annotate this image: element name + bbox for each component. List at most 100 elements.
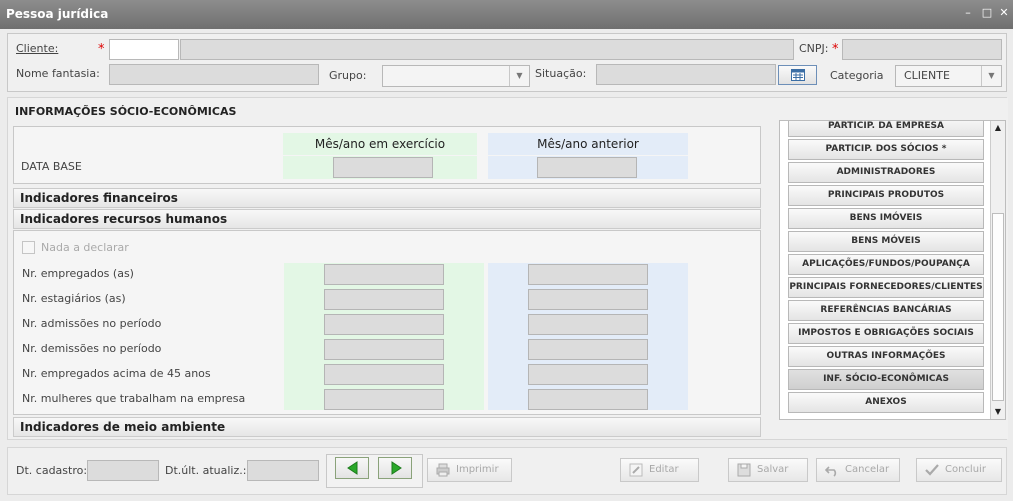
footer-bar: Dt. cadastro: Dt.últ. atualiz.: Imprimir… (7, 447, 1007, 495)
data-base-previous-input[interactable] (537, 157, 637, 178)
save-icon (737, 463, 751, 477)
acima-45-previous-input[interactable] (528, 364, 648, 385)
maximize-icon[interactable]: □ (980, 6, 994, 20)
dt-ult-atualiz-label: Dt.últ. atualiz.: (165, 464, 247, 477)
dt-cadastro-label: Dt. cadastro: (16, 464, 88, 477)
nav-bens-imoveis-button[interactable]: BENS IMÓVEIS (788, 208, 984, 229)
nav-particip-empresa-button[interactable]: PARTICIP. DA EMPRESA (788, 121, 984, 137)
main-panel: INFORMAÇÕES SÓCIO-ECONÔMICAS Mês/ano em … (7, 97, 1008, 440)
mulheres-previous-input[interactable] (528, 389, 648, 410)
concluir-button[interactable]: Concluir (916, 458, 1002, 482)
row-label: Nr. demissões no período (22, 342, 162, 355)
nav-administradores-button[interactable]: ADMINISTRADORES (788, 162, 984, 183)
data-base-box: Mês/ano em exercício Mês/ano anterior DA… (13, 126, 761, 184)
row-label: Nr. mulheres que trabalham na empresa (22, 392, 246, 405)
section-indicadores-recursos-humanos[interactable]: Indicadores recursos humanos (13, 209, 761, 229)
arrow-right-icon (391, 461, 402, 475)
nav-inf-socio-economicas-button[interactable]: INF. SÓCIO-ECONÔMICAS (788, 369, 984, 390)
imprimir-button[interactable]: Imprimir (427, 458, 512, 482)
nada-a-declarar-label: Nada a declarar (41, 241, 129, 254)
situacao-input[interactable] (596, 64, 776, 85)
categoria-select[interactable]: CLIENTE ▼ (895, 65, 1002, 87)
imprimir-label: Imprimir (456, 464, 499, 475)
nav-outras-informacoes-button[interactable]: OUTRAS INFORMAÇÕES (788, 346, 984, 367)
required-mark: * (832, 42, 839, 57)
cancelar-button[interactable]: Cancelar (816, 458, 900, 482)
undo-icon (825, 466, 837, 477)
salvar-label: Salvar (757, 464, 789, 475)
section-title: INFORMAÇÕES SÓCIO-ECONÔMICAS (15, 105, 237, 118)
cnpj-input[interactable] (842, 39, 1002, 60)
empregados-previous-input[interactable] (528, 264, 648, 285)
title-bar: Pessoa jurídica – □ ✕ (0, 0, 1013, 29)
situacao-label: Situação: (535, 67, 587, 80)
printer-icon (436, 463, 450, 477)
admissoes-current-input[interactable] (324, 314, 444, 335)
scroll-up-icon[interactable]: ▲ (991, 121, 1005, 135)
categoria-value: CLIENTE (904, 69, 950, 82)
concluir-label: Concluir (945, 464, 986, 475)
nav-list: PARTICIP. DA EMPRESA PARTICIP. DOS SÓCIO… (779, 120, 1006, 420)
demissoes-current-input[interactable] (324, 339, 444, 360)
previous-col-bg (488, 263, 688, 410)
nome-fantasia-label: Nome fantasia: (16, 67, 100, 80)
nav-anexos-button[interactable]: ANEXOS (788, 392, 984, 413)
salvar-button[interactable]: Salvar (728, 458, 808, 482)
editar-button[interactable]: Editar (620, 458, 699, 482)
cliente-label[interactable]: Cliente: (16, 42, 58, 55)
previous-record-button[interactable] (335, 457, 369, 479)
cnpj-label: CNPJ: (799, 42, 829, 55)
editar-label: Editar (649, 464, 679, 475)
grupo-label: Grupo: (329, 69, 367, 82)
nav-bens-moveis-button[interactable]: BENS MÓVEIS (788, 231, 984, 252)
section-indicadores-financeiros[interactable]: Indicadores financeiros (13, 188, 761, 208)
data-base-label: DATA BASE (21, 160, 82, 173)
row-label: Nr. estagiários (as) (22, 292, 126, 305)
nav-referencias-bancarias-button[interactable]: REFERÊNCIAS BANCÁRIAS (788, 300, 984, 321)
estagiarios-previous-input[interactable] (528, 289, 648, 310)
nav-scrollbar[interactable]: ▲ ▼ (990, 121, 1005, 419)
col-previous-header: Mês/ano anterior (488, 133, 688, 155)
row-label: Nr. empregados (as) (22, 267, 134, 280)
chevron-down-icon: ▼ (509, 66, 529, 86)
mulheres-current-input[interactable] (324, 389, 444, 410)
window-title: Pessoa jurídica (6, 7, 109, 21)
admissoes-previous-input[interactable] (528, 314, 648, 335)
nav-aplicacoes-button[interactable]: APLICAÇÕES/FUNDOS/POUPANÇA (788, 254, 984, 275)
current-col-bg (284, 263, 484, 410)
row-label: Nr. admissões no período (22, 317, 162, 330)
calendar-button[interactable] (778, 65, 817, 85)
next-record-button[interactable] (378, 457, 412, 479)
header-form: Cliente: * CNPJ: * Nome fantasia: Grupo:… (7, 33, 1007, 92)
arrow-left-icon (347, 461, 358, 475)
cancelar-label: Cancelar (845, 464, 890, 475)
estagiarios-current-input[interactable] (324, 289, 444, 310)
nav-panel: PARTICIP. DA EMPRESA PARTICIP. DOS SÓCIO… (771, 98, 1008, 439)
check-icon (925, 464, 939, 476)
chevron-down-icon: ▼ (981, 66, 1001, 86)
demissoes-previous-input[interactable] (528, 339, 648, 360)
grupo-select[interactable]: ▼ (382, 65, 530, 87)
dt-ult-atualiz-input (247, 460, 319, 481)
scroll-down-icon[interactable]: ▼ (991, 405, 1005, 419)
minimize-icon[interactable]: – (961, 6, 975, 20)
close-icon[interactable]: ✕ (997, 6, 1011, 20)
nav-fornecedores-button[interactable]: PRINCIPAIS FORNECEDORES/CLIENTES (788, 277, 984, 298)
empregados-current-input[interactable] (324, 264, 444, 285)
acima-45-current-input[interactable] (324, 364, 444, 385)
nav-impostos-button[interactable]: IMPOSTOS E OBRIGAÇÕES SOCIAIS (788, 323, 984, 344)
nav-particip-socios-button[interactable]: PARTICIP. DOS SÓCIOS * (788, 139, 984, 160)
categoria-label: Categoria (830, 69, 884, 82)
scroll-thumb[interactable] (992, 213, 1004, 401)
row-label: Nr. empregados acima de 45 anos (22, 367, 211, 380)
edit-icon (629, 463, 643, 477)
col-current-header: Mês/ano em exercício (283, 133, 477, 155)
cliente-code-input[interactable] (109, 39, 179, 60)
dt-cadastro-input (87, 460, 159, 481)
nada-a-declarar-checkbox[interactable] (22, 241, 35, 254)
nav-principais-produtos-button[interactable]: PRINCIPAIS PRODUTOS (788, 185, 984, 206)
data-base-current-input[interactable] (333, 157, 433, 178)
section-indicadores-meio-ambiente[interactable]: Indicadores de meio ambiente (13, 417, 761, 437)
cliente-name-input[interactable] (180, 39, 794, 60)
nome-fantasia-input[interactable] (109, 64, 319, 85)
